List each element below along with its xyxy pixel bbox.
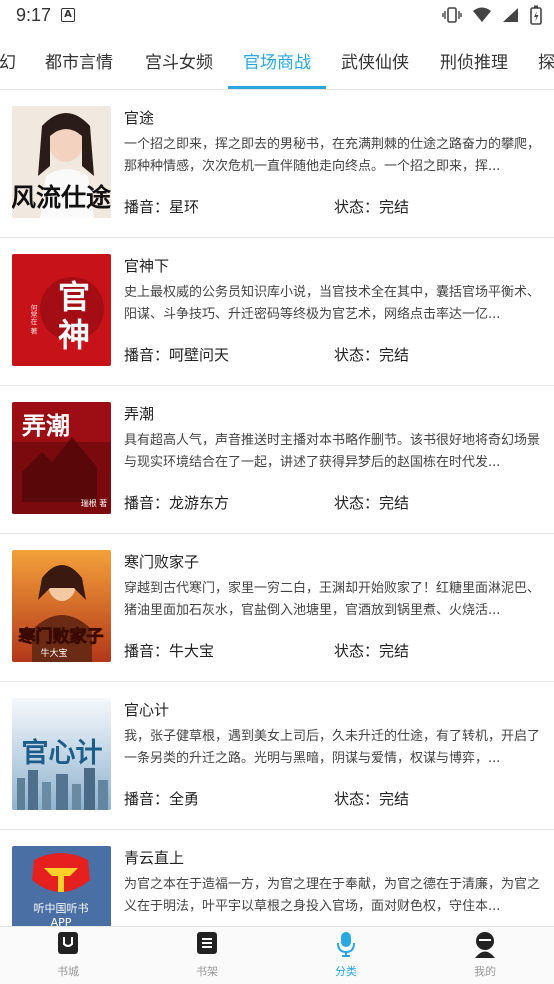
- svg-text:APP: APP: [51, 916, 72, 926]
- svg-text:神: 神: [58, 316, 90, 354]
- book-status: 状态：完结: [334, 346, 410, 364]
- nav-category[interactable]: 分类: [306, 931, 386, 979]
- tab-palace[interactable]: 宫斗女频: [145, 48, 213, 73]
- book-title[interactable]: 官心计: [124, 699, 169, 720]
- status-time: 9:17: [16, 4, 52, 25]
- cover-title-text: 官心计: [22, 737, 103, 769]
- book-title[interactable]: 弄潮: [124, 403, 154, 424]
- microphone-icon: [306, 931, 386, 959]
- book-title[interactable]: 青云直上: [124, 847, 184, 868]
- book-title[interactable]: 官途: [124, 107, 154, 128]
- book-cover[interactable]: 寒门败家子 牛大宝: [12, 550, 111, 662]
- book-narrator: 播音：呵壁问天: [124, 346, 230, 364]
- nav-label: 书城: [57, 965, 79, 978]
- book-status: 状态：完结: [334, 790, 410, 808]
- book-cover[interactable]: 听中国听书 APP: [12, 846, 111, 926]
- category-tabs: 幻 都市言情 宫斗女频 官场商战 武侠仙侠 刑侦推理 探: [0, 30, 554, 90]
- tab-wuxia[interactable]: 武侠仙侠: [341, 48, 409, 73]
- tab-detective[interactable]: 刑侦推理: [440, 48, 508, 73]
- cover-title-text: 风流仕途: [12, 183, 111, 212]
- status-bar: 9:17 A: [0, 0, 554, 30]
- book-cover[interactable]: 官 神 何常在 著: [12, 254, 111, 366]
- cover-title-text: 官: [58, 278, 90, 316]
- tab-officialdom[interactable]: 官场商战: [243, 48, 311, 73]
- bookstore-icon: [28, 931, 108, 959]
- svg-text:何常在 著: 何常在 著: [30, 303, 38, 335]
- bottom-navigation: 书城 书架 分类 我的: [0, 926, 554, 984]
- book-status: 状态：完结: [334, 198, 410, 216]
- book-title[interactable]: 官神下: [124, 255, 169, 276]
- nav-profile[interactable]: 我的: [445, 931, 525, 979]
- tab-fantasy[interactable]: 幻: [0, 48, 16, 73]
- book-description: 穿越到古代寒门，家里一穷二白，王渊却开始败家了！红糖里面淋泥巴、猪油里面加石灰水…: [124, 581, 541, 618]
- bookshelf-icon: [167, 931, 247, 959]
- tab-urban-romance[interactable]: 都市言情: [45, 48, 113, 73]
- svg-text:瑞根 著: 瑞根 著: [81, 498, 108, 508]
- book-description: 为官之本在于造福一方，为官之理在于奉献，为官之德在于清廉，为官之义在于明法，叶平…: [124, 877, 541, 914]
- battery-icon: [530, 5, 542, 25]
- notification-a-icon: A: [61, 8, 76, 22]
- vibrate-icon: [442, 7, 462, 23]
- nav-label: 书架: [196, 965, 218, 978]
- cover-title-text: 听中国听书: [34, 902, 89, 915]
- nav-label: 分类: [335, 965, 357, 978]
- book-status: 状态：完结: [334, 642, 410, 660]
- book-list[interactable]: 风流仕途 官途 一个招之即来，挥之即去的男秘书，在充满荆棘的仕途之路奋力的攀爬，…: [0, 90, 554, 926]
- nav-bookstore[interactable]: 书城: [28, 931, 108, 979]
- book-narrator: 播音：龙游东方: [124, 494, 230, 512]
- book-cover[interactable]: 弄潮 瑞根 著: [12, 402, 111, 514]
- book-cover[interactable]: 官心计: [12, 698, 111, 810]
- active-tab-indicator: [228, 86, 326, 89]
- book-item[interactable]: 寒门败家子 牛大宝 寒门败家子 穿越到古代寒门，家里一穷二白，王渊却开始败家了！…: [0, 534, 554, 682]
- book-description: 具有超高人气，声音推送时主播对本书略作删节。该书很好地将奇幻场景与现实环境结合在…: [124, 433, 541, 470]
- signal-icon: [503, 8, 518, 22]
- book-item[interactable]: 风流仕途 官途 一个招之即来，挥之即去的男秘书，在充满荆棘的仕途之路奋力的攀爬，…: [0, 90, 554, 238]
- nav-bookshelf[interactable]: 书架: [167, 931, 247, 979]
- profile-icon: [445, 931, 525, 959]
- cover-title-text: 寒门败家子: [19, 626, 104, 647]
- wifi-icon: [473, 7, 491, 22]
- tab-explore[interactable]: 探: [538, 48, 554, 73]
- book-cover[interactable]: 风流仕途: [12, 106, 111, 218]
- book-item[interactable]: 官心计 官心计 我，张子健草根，遇到美女上司后，久未升迁的仕途，有了转机，开启了…: [0, 682, 554, 830]
- book-item[interactable]: 听中国听书 APP 青云直上 为官之本在于造福一方，为官之理在于奉献，为官之德在…: [0, 830, 554, 926]
- cover-title-text: 弄潮: [22, 411, 70, 440]
- nav-label: 我的: [474, 965, 496, 978]
- book-narrator: 播音：牛大宝: [124, 642, 215, 660]
- book-description: 一个招之即来，挥之即去的男秘书，在充满荆棘的仕途之路奋力的攀爬，那种种情感，次次…: [124, 137, 541, 174]
- svg-text:牛大宝: 牛大宝: [40, 647, 67, 659]
- book-description: 史上最权威的公务员知识库小说，当官技术全在其中，囊括官场平衡术、阳谋、斗争技巧、…: [124, 285, 541, 322]
- book-narrator: 播音：星环: [124, 198, 200, 216]
- book-status: 状态：完结: [334, 494, 410, 512]
- book-item[interactable]: 弄潮 瑞根 著 弄潮 具有超高人气，声音推送时主播对本书略作删节。该书很好地将奇…: [0, 386, 554, 534]
- book-narrator: 播音：全勇: [124, 790, 200, 808]
- book-description: 我，张子健草根，遇到美女上司后，久未升迁的仕途，有了转机，开启了一条另类的升迁之…: [124, 729, 541, 766]
- status-icons: [442, 5, 542, 25]
- book-item[interactable]: 官 神 何常在 著 官神下 史上最权威的公务员知识库小说，当官技术全在其中，囊括…: [0, 238, 554, 386]
- book-title[interactable]: 寒门败家子: [124, 551, 199, 572]
